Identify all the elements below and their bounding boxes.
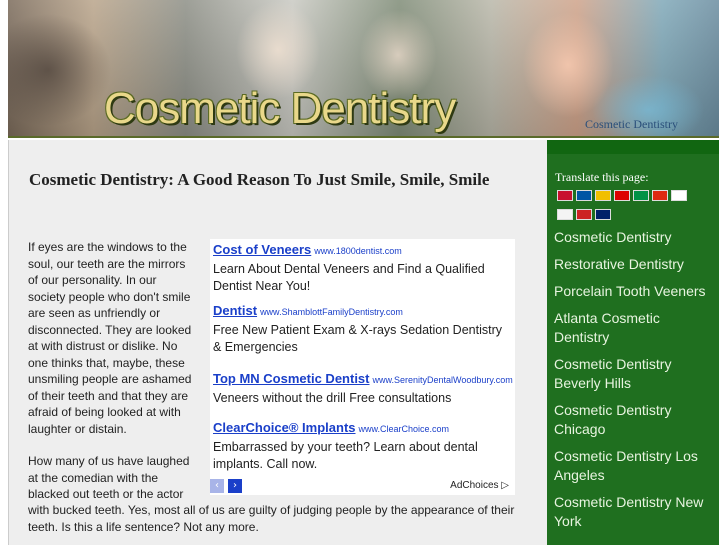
- ad-pagination: ‹ ›: [210, 479, 242, 493]
- sidebar-item-cosmetic-dentistry[interactable]: Cosmetic Dentistry: [554, 228, 714, 247]
- ad-description: Veneers without the drill Free consultat…: [213, 391, 452, 405]
- german-flag[interactable]: [614, 190, 630, 201]
- sidebar-nav: Cosmetic Dentistry Restorative Dentistry…: [554, 228, 714, 539]
- sidebar-link[interactable]: Cosmetic Dentistry Beverly Hills: [554, 356, 671, 391]
- ad-title-link[interactable]: Cost of Veneers: [213, 242, 311, 257]
- japanese-flag[interactable]: [671, 190, 687, 201]
- ad-title-link[interactable]: ClearChoice® Implants: [213, 420, 356, 435]
- sidebar-item-porcelain-tooth-veeners[interactable]: Porcelain Tooth Veeners: [554, 282, 714, 301]
- sidebar-link[interactable]: Cosmetic Dentistry Chicago: [554, 402, 671, 437]
- italian-flag[interactable]: [633, 190, 649, 201]
- sidebar-link[interactable]: Porcelain Tooth Veeners: [554, 283, 706, 299]
- sidebar: Translate this page: Cosmetic Dentistry …: [547, 140, 719, 545]
- translate-label: Translate this page:: [555, 170, 649, 184]
- page-margin-left: [0, 0, 8, 545]
- sidebar-link[interactable]: Atlanta Cosmetic Dentistry: [554, 310, 660, 345]
- chinese-flag[interactable]: [652, 190, 668, 201]
- ad-item[interactable]: Cost of Veneers www.1800dentist.com Learn…: [213, 241, 513, 295]
- sidebar-item-cosmetic-dentistry-los-angeles[interactable]: Cosmetic Dentistry Los Angeles: [554, 447, 714, 485]
- article-paragraph-2-continued: with bucked teeth. Yes, most all of us a…: [28, 503, 515, 534]
- ad-description: Learn About Dental Veneers and Find a Qu…: [213, 262, 485, 293]
- sidebar-link[interactable]: Cosmetic Dentistry Los Angeles: [554, 448, 698, 483]
- portuguese-flag[interactable]: [576, 209, 592, 220]
- korean-flag[interactable]: [557, 209, 573, 220]
- sidebar-link[interactable]: Restorative Dentistry: [554, 256, 684, 272]
- ad-url[interactable]: www.ShamblottFamilyDentistry.com: [260, 307, 403, 317]
- ad-title-link[interactable]: Top MN Cosmetic Dentist: [213, 371, 370, 386]
- chevron-right-icon[interactable]: ›: [228, 479, 242, 493]
- article-paragraph-1: If eyes are the windows to the soul, our…: [28, 240, 192, 436]
- ad-item[interactable]: Top MN Cosmetic Dentist www.SerenityDenta…: [213, 370, 513, 407]
- sidebar-item-atlanta-cosmetic-dentistry[interactable]: Atlanta Cosmetic Dentistry: [554, 309, 714, 347]
- main-content: Cosmetic Dentistry: A Good Reason To Jus…: [8, 140, 547, 545]
- sidebar-item-cosmetic-dentistry-new-york[interactable]: Cosmetic Dentistry New York: [554, 493, 714, 531]
- translate-flags: [557, 190, 697, 228]
- ad-description: Free New Patient Exam & X-rays Sedation …: [213, 323, 503, 354]
- sidebar-item-cosmetic-dentistry-beverly-hills[interactable]: Cosmetic Dentistry Beverly Hills: [554, 355, 714, 393]
- chevron-left-icon[interactable]: ‹: [210, 479, 224, 493]
- article-paragraph-2: How many of us have laughed at the comed…: [28, 454, 190, 501]
- page-title: Cosmetic Dentistry: A Good Reason To Jus…: [29, 170, 490, 189]
- site-title: Cosmetic Dentistry: [104, 84, 456, 133]
- sidebar-link[interactable]: Cosmetic Dentistry New York: [554, 494, 703, 529]
- ad-title-link[interactable]: Dentist: [213, 303, 257, 318]
- sidebar-item-cosmetic-dentistry-chicago[interactable]: Cosmetic Dentistry Chicago: [554, 401, 714, 439]
- english-flag[interactable]: [595, 209, 611, 220]
- french-flag[interactable]: [576, 190, 592, 201]
- sidebar-link[interactable]: Cosmetic Dentistry: [554, 229, 671, 245]
- spanish-flag[interactable]: [595, 190, 611, 201]
- page-margin-right: [719, 0, 727, 545]
- ad-item[interactable]: Dentist www.ShamblottFamilyDentistry.com …: [213, 302, 513, 356]
- arabic-flag[interactable]: [557, 190, 573, 201]
- ad-url[interactable]: www.1800dentist.com: [314, 246, 402, 256]
- sidebar-item-restorative-dentistry[interactable]: Restorative Dentistry: [554, 255, 714, 274]
- site-subtitle[interactable]: Cosmetic Dentistry: [585, 117, 678, 132]
- ad-description: Embarrassed by your teeth? Learn about d…: [213, 440, 478, 471]
- ad-url[interactable]: www.ClearChoice.com: [359, 424, 450, 434]
- ad-block: Cost of Veneers www.1800dentist.com Learn…: [210, 239, 515, 495]
- sidebar-panel: Translate this page: Cosmetic Dentistry …: [547, 154, 719, 545]
- header-banner: Cosmetic Dentistry Cosmetic Dentistry: [8, 0, 719, 138]
- adchoices-link[interactable]: AdChoices ▷: [450, 480, 509, 491]
- ad-item[interactable]: ClearChoice® Implants www.ClearChoice.com…: [213, 419, 513, 473]
- ad-url[interactable]: www.SerenityDentalWoodbury.com: [373, 375, 513, 385]
